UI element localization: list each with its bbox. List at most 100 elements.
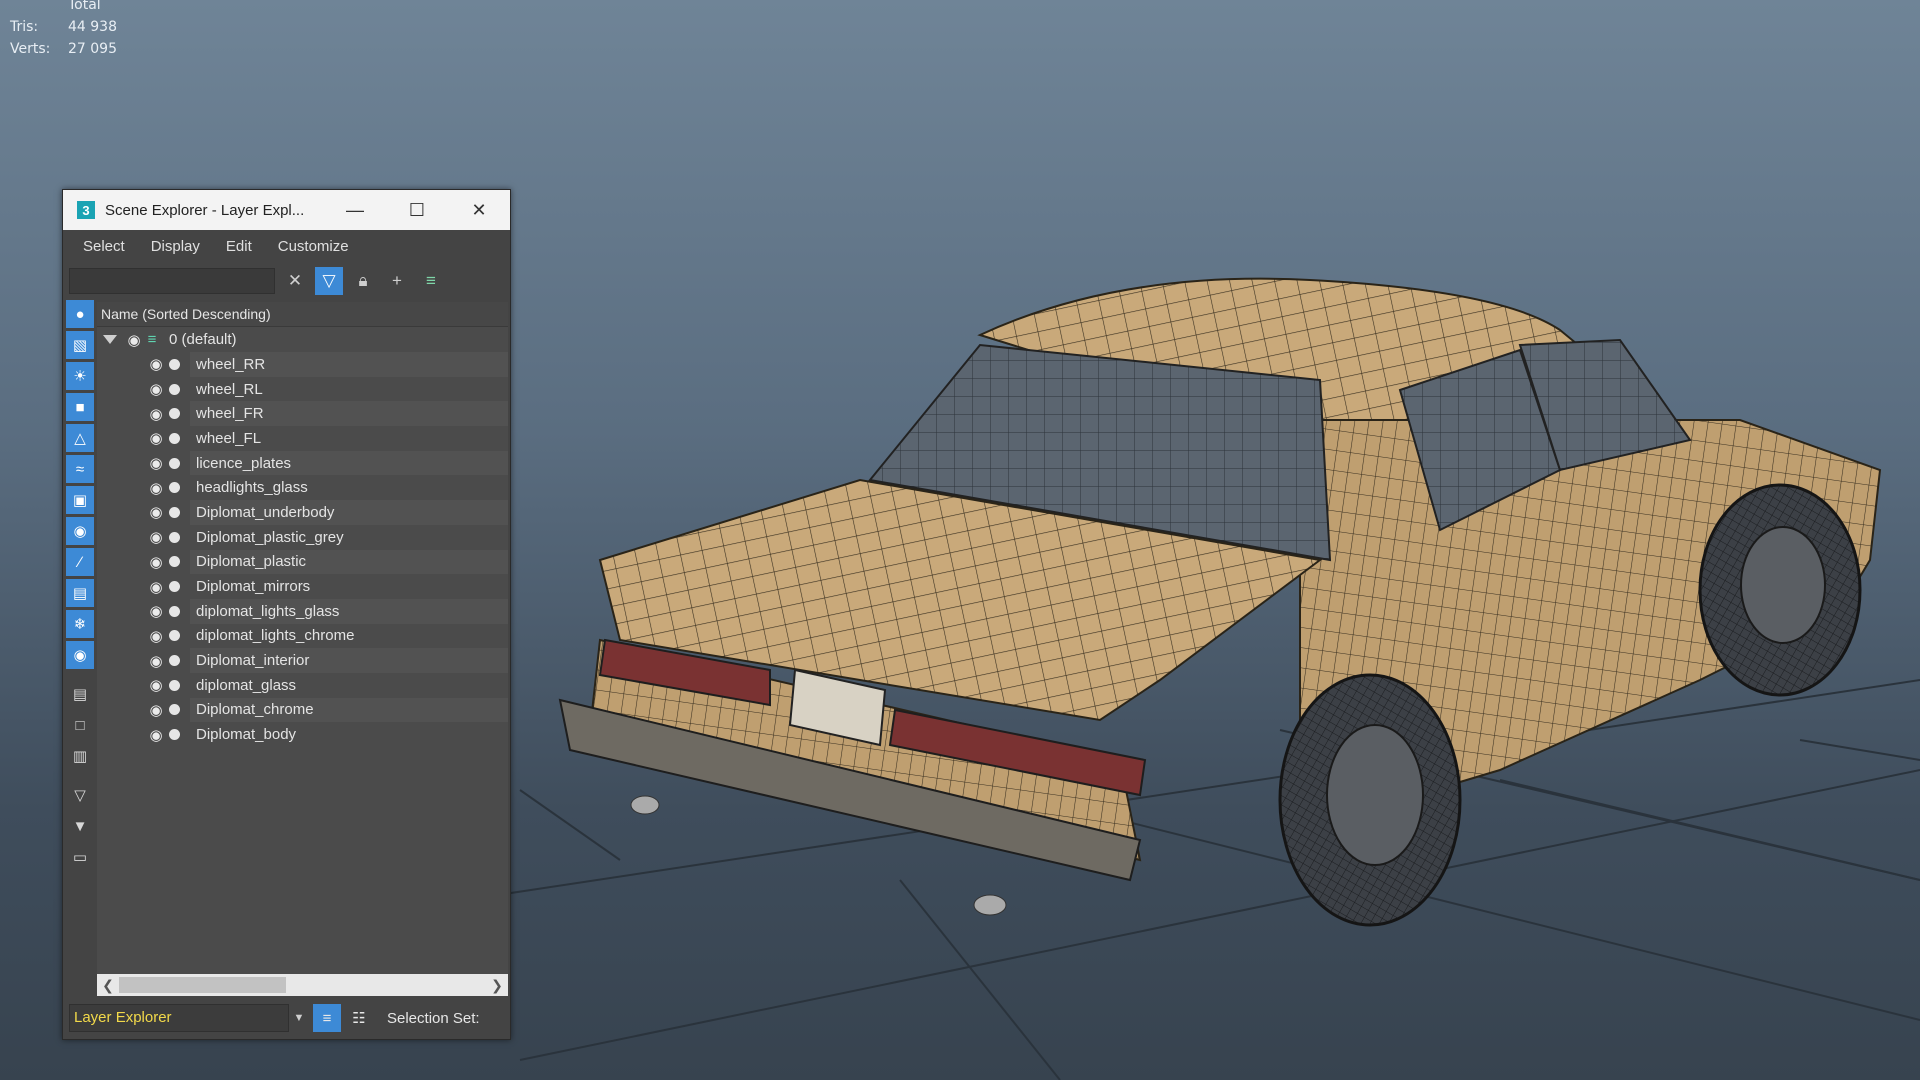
render-dot-icon[interactable]	[169, 729, 180, 741]
layer-list[interactable]: Name (Sorted Descending) ◉ ≡ 0 (default)…	[97, 302, 508, 994]
object-row[interactable]: ◉ wheel_RL	[97, 377, 508, 402]
lock-icon[interactable]: 🔒︎	[349, 267, 377, 295]
eye-icon[interactable]: ◉	[147, 627, 165, 645]
eye-icon[interactable]: ◉	[147, 355, 165, 373]
object-row[interactable]: ◉ headlights_glass	[97, 475, 508, 500]
xrefs-filter-icon[interactable]: ◉	[66, 517, 94, 545]
object-row[interactable]: ◉ Diplomat_chrome	[97, 697, 508, 723]
helpers-filter-icon[interactable]: △	[66, 424, 94, 452]
eye-icon[interactable]: ◉	[147, 602, 165, 620]
menu-select[interactable]: Select	[63, 238, 138, 255]
horizontal-scrollbar[interactable]: ❮ ❯	[97, 974, 508, 996]
object-row[interactable]: ◉ diplomat_lights_chrome	[97, 624, 508, 649]
name-column-header[interactable]: Name (Sorted Descending)	[97, 302, 508, 327]
render-dot-icon[interactable]	[169, 581, 180, 593]
render-dot-icon[interactable]	[169, 531, 180, 543]
chevron-down-icon[interactable]: ▼	[289, 1012, 309, 1024]
object-name: Diplomat_plastic_grey	[196, 528, 344, 546]
render-dot-icon[interactable]	[169, 556, 180, 568]
layers-icon[interactable]: ≡	[417, 267, 445, 295]
expand-triangle-icon[interactable]	[103, 335, 117, 344]
cameras-filter-icon[interactable]: ■	[66, 393, 94, 421]
render-dot-icon[interactable]	[169, 432, 180, 444]
eye-icon[interactable]: ◉	[147, 454, 165, 472]
close-icon[interactable]: ✕	[448, 190, 510, 230]
geometry-filter-icon[interactable]: ●	[66, 300, 94, 328]
render-dot-icon[interactable]	[169, 358, 180, 370]
eye-icon[interactable]: ◉	[147, 652, 165, 670]
panel-icon[interactable]: ▭	[66, 843, 94, 871]
display-none-icon[interactable]: □	[66, 711, 94, 739]
object-row[interactable]: ◉ Diplomat_interior	[97, 648, 508, 673]
eye-icon[interactable]: ◉	[147, 503, 165, 521]
render-dot-icon[interactable]	[169, 457, 180, 469]
eye-icon[interactable]: ◉	[147, 578, 165, 596]
invert-display-icon[interactable]: ▥	[66, 742, 94, 770]
object-row[interactable]: ◉ Diplomat_plastic	[97, 549, 508, 575]
shapes-filter-icon[interactable]: ▧	[66, 331, 94, 359]
containers-filter-icon[interactable]: ▤	[66, 579, 94, 607]
object-row[interactable]: ◉ wheel_FR	[97, 401, 508, 427]
add-layer-icon[interactable]: +	[383, 267, 411, 295]
render-dot-icon[interactable]	[169, 605, 180, 617]
frozen-filter-icon[interactable]: ❄	[66, 610, 94, 638]
eye-icon[interactable]: ◉	[147, 701, 165, 719]
object-rows: ◉ wheel_RR ◉ wheel_RL ◉ wheel_FR ◉ wheel_FL ◉ lic…	[97, 352, 508, 747]
object-row[interactable]: ◉ Diplomat_body	[97, 722, 508, 747]
object-row[interactable]: ◉ Diplomat_plastic_grey	[97, 525, 508, 550]
object-row[interactable]: ◉ Diplomat_mirrors	[97, 574, 508, 599]
eye-icon[interactable]: ◉	[147, 380, 165, 398]
scroll-left-icon[interactable]: ❮	[97, 977, 119, 994]
object-name: diplomat_lights_glass	[190, 598, 508, 624]
eye-icon[interactable]: ◉	[147, 479, 165, 497]
scroll-track[interactable]	[119, 976, 486, 994]
search-input[interactable]	[69, 268, 275, 294]
scene-explorer-window[interactable]: 3 Scene Explorer - Layer Expl... — ☐ ✕ S…	[62, 189, 511, 1040]
title-bar[interactable]: 3 Scene Explorer - Layer Expl... — ☐ ✕	[63, 190, 510, 230]
object-row[interactable]: ◉ Diplomat_underbody	[97, 500, 508, 525]
layers-mode-icon[interactable]: ≡	[313, 1004, 341, 1032]
object-row[interactable]: ◉ diplomat_glass	[97, 673, 508, 698]
eye-icon[interactable]: ◉	[147, 405, 165, 423]
render-dot-icon[interactable]	[169, 630, 180, 642]
render-dot-icon[interactable]	[169, 408, 180, 420]
display-all-icon[interactable]: ▤	[66, 680, 94, 708]
menu-edit[interactable]: Edit	[213, 238, 265, 255]
render-dot-icon[interactable]	[169, 679, 180, 691]
render-dot-icon[interactable]	[169, 704, 180, 716]
eye-icon[interactable]: ◉	[147, 553, 165, 571]
object-row[interactable]: ◉ wheel_RR	[97, 352, 508, 377]
minimize-icon[interactable]: —	[324, 190, 386, 230]
render-dot-icon[interactable]	[169, 655, 180, 667]
menu-customize[interactable]: Customize	[265, 238, 362, 255]
bones-filter-icon[interactable]: ∕	[66, 548, 94, 576]
menu-display[interactable]: Display	[138, 238, 213, 255]
eye-icon[interactable]: ◉	[147, 528, 165, 546]
eye-icon[interactable]: ◉	[147, 429, 165, 447]
object-row[interactable]: ◉ wheel_FL	[97, 426, 508, 451]
hierarchy-mode-icon[interactable]: ☷	[345, 1004, 373, 1032]
eye-icon[interactable]: ◉	[147, 676, 165, 694]
object-row[interactable]: ◉ diplomat_lights_glass	[97, 598, 508, 624]
hidden-filter-icon[interactable]: ◉	[66, 641, 94, 669]
spacewarps-filter-icon[interactable]: ≈	[66, 455, 94, 483]
groups-filter-icon[interactable]: ▣	[66, 486, 94, 514]
layer-row-default[interactable]: ◉ ≡ 0 (default)	[97, 327, 508, 352]
scroll-right-icon[interactable]: ❯	[486, 977, 508, 994]
render-dot-icon[interactable]	[169, 506, 180, 518]
lights-filter-icon[interactable]: ☀	[66, 362, 94, 390]
scroll-thumb[interactable]	[119, 977, 286, 993]
eye-icon[interactable]: ◉	[125, 331, 143, 349]
clear-icon[interactable]: ✕	[281, 267, 309, 295]
render-dot-icon[interactable]	[169, 482, 180, 494]
filter-toggle-icon[interactable]: ▼	[66, 812, 94, 840]
maximize-icon[interactable]: ☐	[386, 190, 448, 230]
explorer-mode-dropdown[interactable]: Layer Explorer	[69, 1004, 289, 1032]
eye-icon[interactable]: ◉	[147, 726, 165, 744]
layer-name: 0 (default)	[169, 331, 237, 348]
render-dot-icon[interactable]	[169, 383, 180, 395]
object-name: wheel_FR	[190, 401, 508, 427]
object-row[interactable]: ◉ licence_plates	[97, 450, 508, 476]
filter-icon[interactable]: ▽	[315, 267, 343, 295]
filter-settings-icon[interactable]: ▽	[66, 781, 94, 809]
